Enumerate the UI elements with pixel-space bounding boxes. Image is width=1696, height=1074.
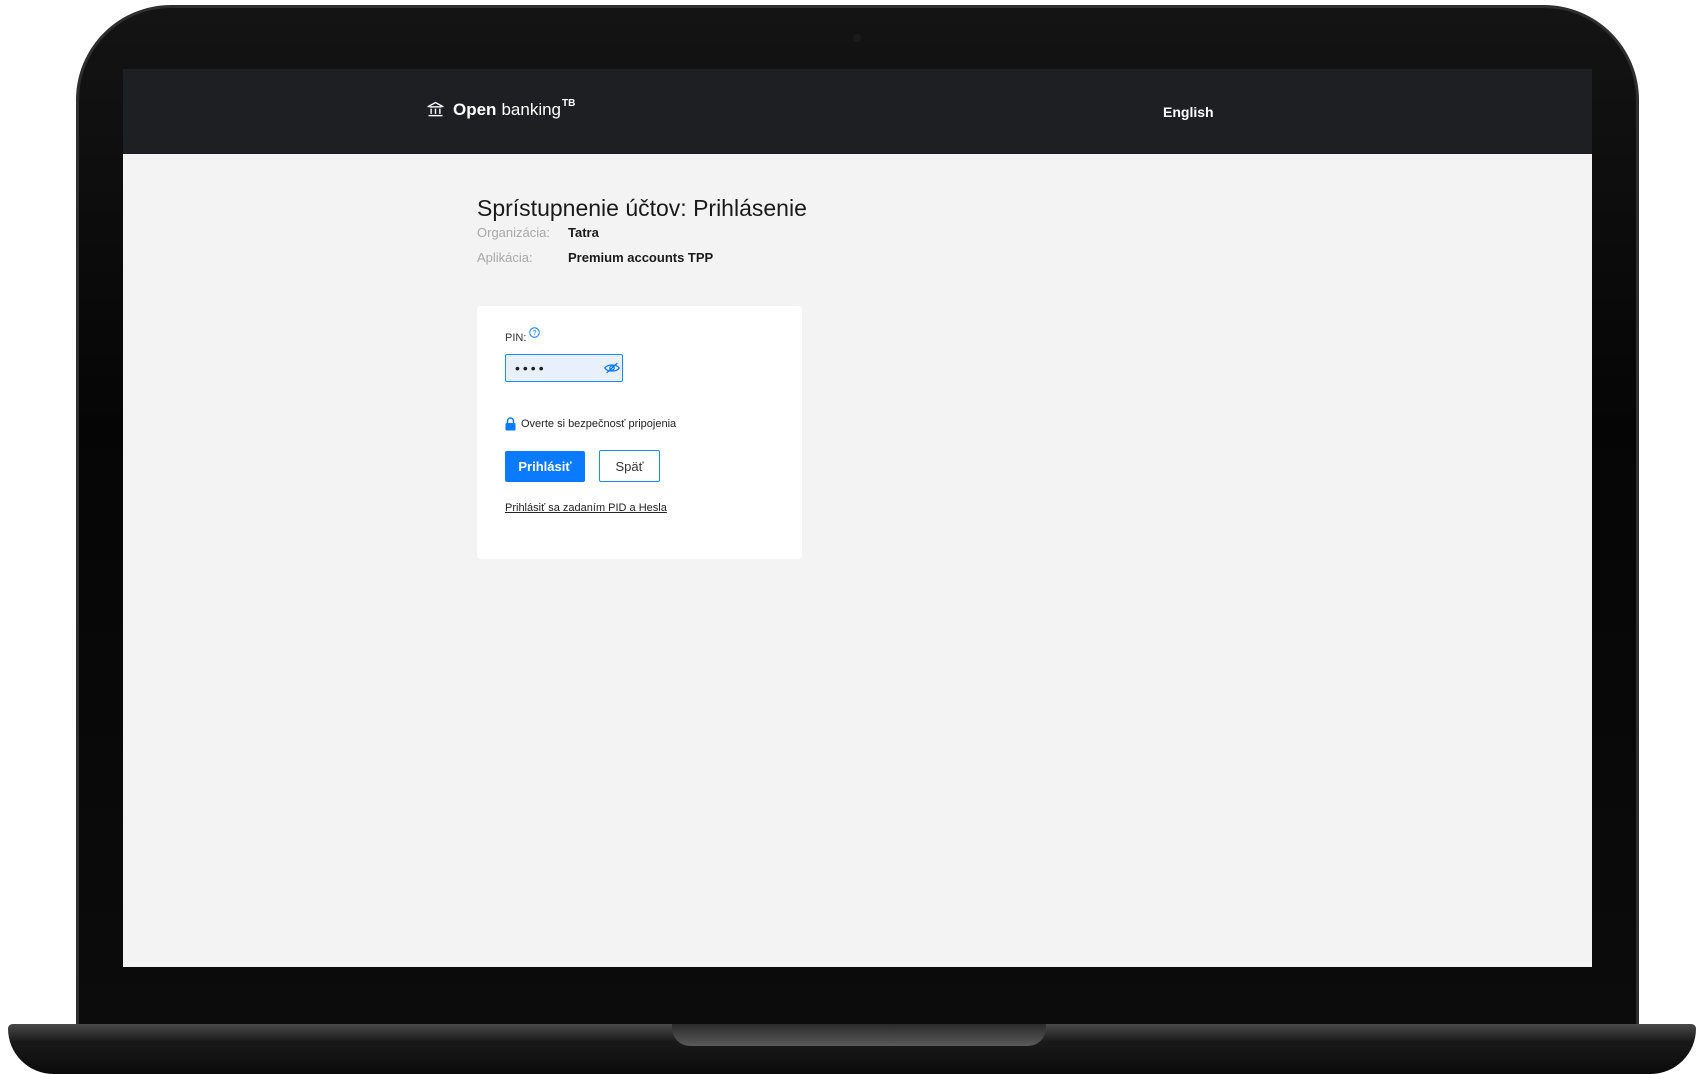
brand-logo[interactable]: Open banking TB (425, 98, 576, 120)
organization-value: Tatra (568, 225, 599, 240)
alt-login-link[interactable]: Prihlásiť sa zadaním PID a Hesla (505, 502, 667, 514)
top-bar: Open banking TB English (123, 69, 1592, 154)
login-card: PIN: ? Overte si bezpečnosť pripojenia P… (477, 306, 802, 559)
application-label: Aplikácia: (477, 250, 533, 265)
lock-icon (505, 417, 516, 431)
eye-slash-icon[interactable] (603, 361, 621, 375)
organization-label: Organizácia: (477, 225, 550, 240)
pin-label-row: PIN: ? (505, 327, 541, 344)
security-check[interactable]: Overte si bezpečnosť pripojenia (505, 417, 676, 431)
pin-input[interactable] (506, 356, 601, 380)
back-button[interactable]: Späť (599, 450, 660, 482)
laptop-notch (672, 1024, 1046, 1046)
brand-name: banking (501, 99, 562, 119)
bank-icon (427, 101, 444, 117)
brand-name-bold: Open (453, 99, 497, 119)
brand-superscript: TB (562, 98, 576, 109)
organization-row: Organizácia: Tatra (477, 225, 599, 240)
svg-text:?: ? (533, 330, 537, 337)
pin-field (505, 354, 623, 382)
laptop-camera (853, 34, 861, 42)
screen: Open banking TB English Sprístupnenie úč… (123, 69, 1592, 967)
login-button[interactable]: Prihlásiť (505, 451, 585, 482)
language-switch[interactable]: English (1163, 104, 1214, 120)
help-circle-icon[interactable]: ? (529, 327, 541, 338)
security-text: Overte si bezpečnosť pripojenia (521, 418, 677, 430)
pin-label: PIN: (505, 332, 527, 344)
page-title: Sprístupnenie účtov: Prihlásenie (477, 195, 807, 221)
application-row: Aplikácia: Premium accounts TPP (477, 250, 713, 265)
application-value: Premium accounts TPP (568, 250, 714, 265)
